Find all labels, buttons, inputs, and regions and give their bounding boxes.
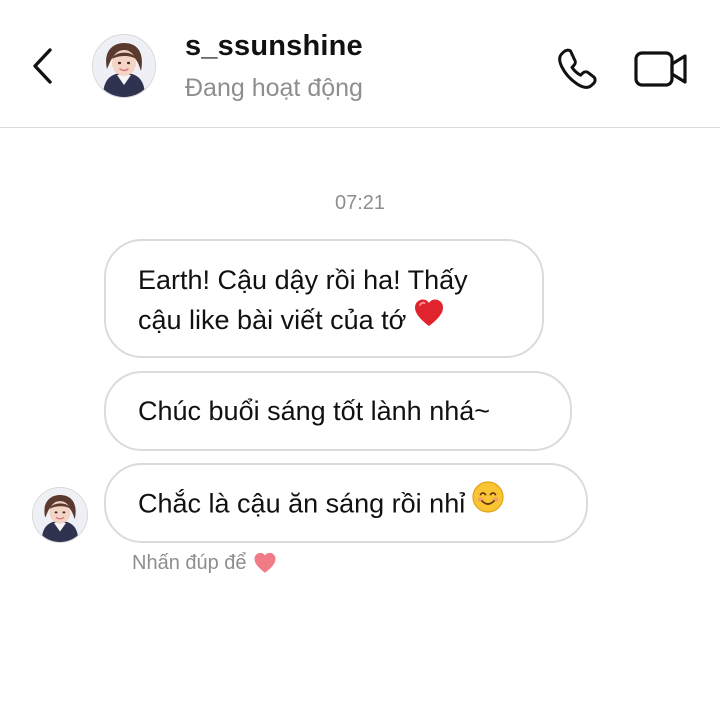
audio-call-button[interactable] xyxy=(552,44,606,94)
message-text-line: Chúc buổi sáng tốt lành nhá~ xyxy=(138,396,491,426)
phone-icon xyxy=(558,48,597,89)
message-text-line: cậu like bài viết của tớ xyxy=(138,305,407,335)
active-status: Đang hoạt động xyxy=(185,74,363,102)
message-text-line: Earth! Cậu dậy rồi ha! Thấy xyxy=(138,265,468,295)
pink-heart-icon xyxy=(252,551,278,575)
message-bubble[interactable]: Chúc buổi sáng tốt lành nhá~ xyxy=(104,371,572,451)
smiling-face-emoji-icon xyxy=(471,480,505,525)
contact-name[interactable]: s_ssunshine xyxy=(185,30,363,63)
back-button[interactable] xyxy=(22,44,62,88)
double-tap-hint: Nhấn đúp để xyxy=(132,551,278,575)
contact-avatar[interactable] xyxy=(92,34,156,98)
profile-photo-icon xyxy=(93,35,155,97)
chat-header: s_ssunshine Đang hoạt động xyxy=(0,0,720,128)
message-timestamp: 07:21 xyxy=(334,192,386,214)
red-heart-emoji-icon xyxy=(412,297,446,340)
chevron-left-icon xyxy=(33,48,52,84)
message-bubble[interactable]: Earth! Cậu dậy rồi ha! Thấy cậu like bài… xyxy=(104,239,544,358)
video-call-button[interactable] xyxy=(630,44,692,94)
message-text-line: Chắc là cậu ăn sáng rồi nhỉ xyxy=(138,488,466,519)
sender-avatar[interactable] xyxy=(32,487,88,543)
dm-thread-screen: s_ssunshine Đang hoạt động 07:21 Earth! … xyxy=(0,0,720,716)
profile-photo-icon xyxy=(33,488,87,542)
message-bubble[interactable]: Chắc là cậu ăn sáng rồi nhỉ xyxy=(104,463,588,543)
double-tap-hint-text: Nhấn đúp để xyxy=(132,551,247,574)
video-camera-icon xyxy=(634,51,687,87)
